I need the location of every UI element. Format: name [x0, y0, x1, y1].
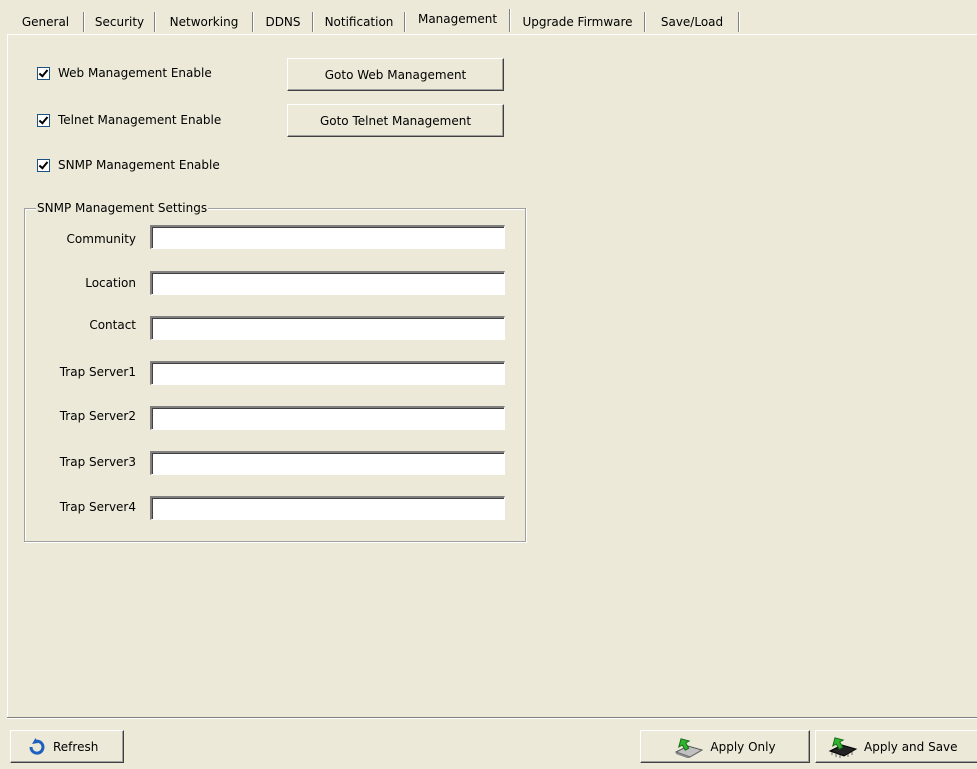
web-management-checkbox[interactable]: Web Management Enable [37, 64, 212, 82]
refresh-button[interactable]: Refresh [10, 730, 124, 763]
contact-label: Contact [89, 318, 136, 332]
apply-and-save-button[interactable]: Apply and Save [815, 730, 977, 763]
tab-label: Notification [324, 15, 394, 29]
tab-label: Management [417, 12, 498, 26]
web-management-label: Web Management Enable [58, 66, 212, 80]
tab-networking[interactable]: Networking [155, 10, 253, 34]
telnet-management-label: Telnet Management Enable [58, 113, 222, 127]
telnet-management-checkbox[interactable]: Telnet Management Enable [37, 111, 221, 129]
trap-server4-label: Trap Server4 [59, 500, 136, 514]
refresh-icon [29, 737, 45, 755]
tab-label: Networking [169, 15, 239, 29]
checkbox-checked-icon[interactable] [37, 113, 50, 127]
management-window: General Security Networking DDNS Notific… [0, 0, 977, 769]
community-label: Community [66, 232, 136, 246]
tab-upgrade-firmware[interactable]: Upgrade Firmware [510, 10, 645, 34]
tab-label: Upgrade Firmware [522, 15, 633, 29]
trap-server4-input[interactable] [150, 496, 505, 520]
checkbox-checked-icon[interactable] [37, 158, 50, 172]
trap-server1-label: Trap Server1 [59, 365, 136, 379]
apply-only-label: Apply Only [710, 739, 776, 754]
snmp-settings-title: SNMP Management Settings [36, 201, 209, 215]
trap-server1-input[interactable] [150, 361, 505, 385]
goto-telnet-management-label: Goto Telnet Management [319, 113, 472, 128]
community-input[interactable] [150, 225, 505, 249]
goto-web-management-label: Goto Web Management [324, 67, 467, 82]
tab-ddns[interactable]: DDNS [253, 10, 313, 34]
bottom-divider [7, 717, 977, 719]
snmp-management-label: SNMP Management Enable [58, 158, 220, 172]
checkbox-checked-icon[interactable] [37, 66, 50, 80]
trap-server3-input[interactable] [150, 451, 505, 475]
goto-telnet-management-button[interactable]: Goto Telnet Management [287, 104, 504, 137]
contact-input[interactable] [150, 316, 505, 340]
snmp-management-checkbox[interactable]: SNMP Management Enable [37, 156, 220, 174]
trap-server3-label: Trap Server3 [59, 455, 136, 469]
save-chip-icon [828, 736, 858, 758]
location-label: Location [85, 276, 136, 290]
refresh-label: Refresh [53, 739, 99, 754]
tab-notification[interactable]: Notification [313, 10, 405, 34]
tab-save-load[interactable]: Save/Load [645, 10, 739, 34]
trap-server2-label: Trap Server2 [59, 409, 136, 423]
tab-management[interactable]: Management [405, 7, 510, 34]
tab-label: General [21, 15, 70, 29]
tab-label: Security [94, 15, 145, 29]
apply-only-button[interactable]: Apply Only [640, 730, 810, 763]
goto-web-management-button[interactable]: Goto Web Management [287, 58, 504, 91]
apply-and-save-label: Apply and Save [864, 739, 958, 754]
tab-security[interactable]: Security [84, 10, 155, 34]
apply-drive-icon [675, 737, 704, 758]
location-input[interactable] [150, 271, 505, 295]
trap-server2-input[interactable] [150, 406, 505, 430]
tab-label: DDNS [265, 15, 301, 29]
tab-label: Save/Load [660, 15, 724, 29]
tab-general[interactable]: General [7, 10, 84, 34]
